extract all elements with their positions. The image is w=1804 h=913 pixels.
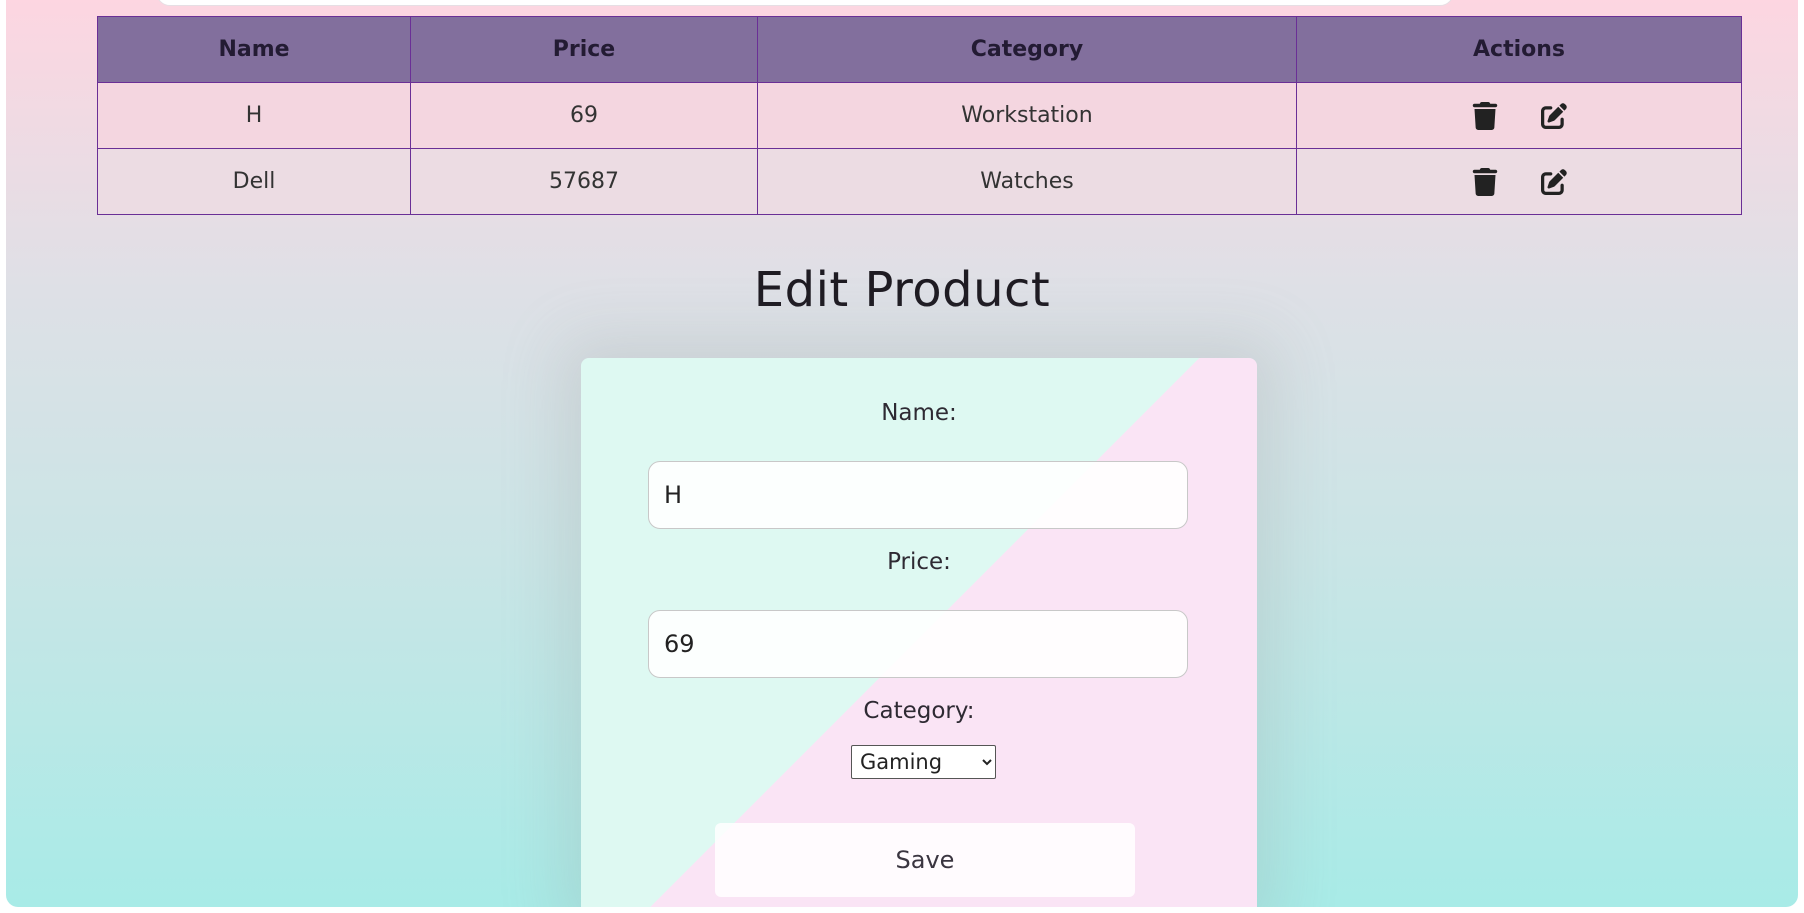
cell-actions [1296,148,1742,215]
edit-icon[interactable] [1540,102,1567,130]
cell-category: Workstation [757,82,1297,149]
cell-name: Dell [97,148,411,215]
category-select[interactable]: Gaming [851,745,996,779]
save-button[interactable]: Save [715,823,1135,897]
column-header-name: Name [97,16,411,83]
table-row: H 69 Workstation [97,82,1742,149]
cell-price: 69 [410,82,758,149]
name-label: Name: [881,400,957,426]
cell-price: 57687 [410,148,758,215]
edit-product-form: Name: Price: Category: Gaming Save [581,358,1257,907]
column-header-actions: Actions [1296,16,1742,83]
column-header-category: Category [757,16,1297,83]
cell-actions [1296,82,1742,149]
cell-category: Watches [757,148,1297,215]
cell-name: H [97,82,411,149]
price-input[interactable] [648,610,1188,678]
page-frame: Name Price Category Actions H 69 Worksta… [6,0,1798,907]
category-label: Category: [863,698,975,724]
name-input[interactable] [648,461,1188,529]
trash-icon[interactable] [1472,167,1498,196]
edit-icon[interactable] [1540,168,1567,196]
products-table: Name Price Category Actions H 69 Worksta… [97,16,1742,215]
edit-product-title: Edit Product [753,262,1051,318]
trash-icon[interactable] [1472,101,1498,130]
top-search-bar-edge [156,0,1454,6]
table-header-row: Name Price Category Actions [97,16,1742,83]
column-header-price: Price [410,16,758,83]
table-row: Dell 57687 Watches [97,148,1742,215]
price-label: Price: [887,549,951,575]
